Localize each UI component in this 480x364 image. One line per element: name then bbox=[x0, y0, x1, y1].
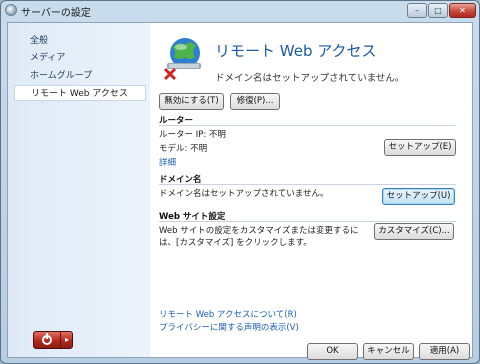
router-ip: ルーター IP: 不明 bbox=[159, 130, 226, 140]
close-button[interactable]: ✕ bbox=[449, 3, 476, 18]
page-subtitle: ドメイン名はセットアップされていません。 bbox=[215, 73, 405, 84]
apply-button[interactable]: 適用(A) bbox=[419, 343, 470, 360]
power-icon bbox=[42, 333, 52, 345]
disable-button[interactable]: 無効にする(T) bbox=[159, 93, 224, 110]
about-remote-web-access-link[interactable]: リモート Web アクセスについて(R) bbox=[159, 308, 297, 320]
router-details-link[interactable]: 詳細 bbox=[159, 156, 176, 168]
error-x-icon bbox=[163, 67, 177, 81]
dialog-client: 全般 メディア ホームグループ リモート Web アクセス ▸ リモート Web… bbox=[7, 22, 473, 360]
website-divider bbox=[159, 221, 456, 222]
domain-status: ドメイン名はセットアップされていません。 bbox=[159, 189, 329, 199]
title-bar[interactable]: サーバーの設定 – □ ✕ bbox=[1, 1, 479, 21]
power-menu-arrow[interactable]: ▸ bbox=[61, 332, 73, 348]
minimize-button[interactable]: – bbox=[407, 3, 427, 18]
window-title: サーバーの設定 bbox=[21, 8, 91, 19]
page-title: リモート Web アクセス bbox=[215, 42, 377, 60]
ok-button[interactable]: OK bbox=[307, 343, 358, 360]
sidebar: 全般 メディア ホームグループ リモート Web アクセス ▸ bbox=[8, 23, 150, 357]
sidebar-item-homegroup[interactable]: ホームグループ bbox=[14, 68, 146, 84]
server-settings-window: サーバーの設定 – □ ✕ 全般 メディア ホームグループ リモート Web ア… bbox=[0, 0, 480, 364]
privacy-statement-link[interactable]: プライバシーに関する声明の表示(V) bbox=[159, 321, 299, 333]
customize-button[interactable]: カスタマイズ(C)... bbox=[374, 223, 454, 240]
router-setup-button[interactable]: セットアップ(E) bbox=[384, 139, 456, 156]
website-description-line-1: Web サイトの設定をカスタマイズまたは変更するに bbox=[159, 226, 359, 236]
power-button[interactable] bbox=[34, 332, 61, 348]
power-menu: ▸ bbox=[33, 331, 73, 349]
sidebar-item-general[interactable]: 全般 bbox=[14, 33, 146, 49]
router-model: モデル: 不明 bbox=[159, 144, 208, 154]
server-icon bbox=[5, 4, 17, 16]
sidebar-item-media[interactable]: メディア bbox=[14, 50, 146, 66]
router-divider bbox=[159, 125, 456, 126]
domain-setup-button[interactable]: セットアップ(U) bbox=[382, 188, 455, 205]
website-description-line-2: は、[カスタマイズ] をクリックします。 bbox=[159, 238, 312, 248]
domain-divider bbox=[159, 184, 456, 185]
maximize-button[interactable]: □ bbox=[428, 3, 448, 18]
sidebar-item-remote-web-access[interactable]: リモート Web アクセス bbox=[14, 85, 146, 101]
cancel-button[interactable]: キャンセル bbox=[363, 343, 414, 360]
network-globe-icon bbox=[163, 38, 201, 81]
repair-button[interactable]: 修復(P)... bbox=[230, 93, 280, 110]
